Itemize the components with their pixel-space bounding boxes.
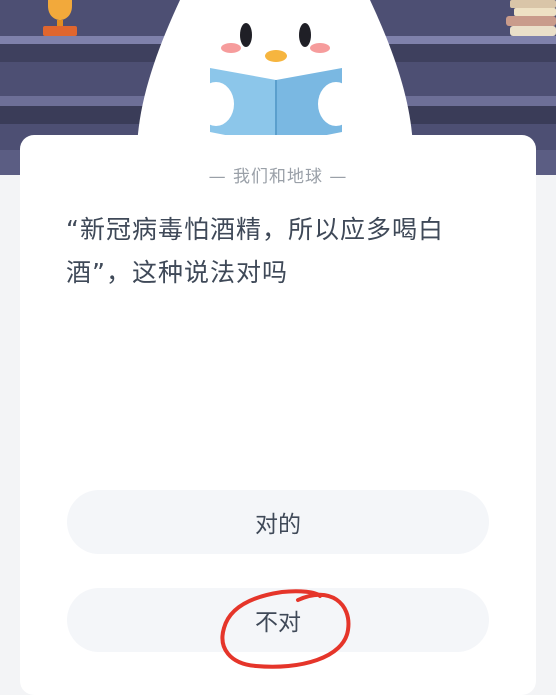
answer-incorrect-button[interactable]: 不对 bbox=[67, 588, 489, 652]
answer-correct-button[interactable]: 对的 bbox=[67, 490, 489, 554]
question-text: “新冠病毒怕酒精，所以应多喝白酒”，这种说法对吗 bbox=[66, 215, 444, 287]
books-icon bbox=[506, 0, 556, 36]
trophy-icon bbox=[43, 0, 77, 36]
section-title: — 我们和地球 — bbox=[208, 167, 348, 187]
